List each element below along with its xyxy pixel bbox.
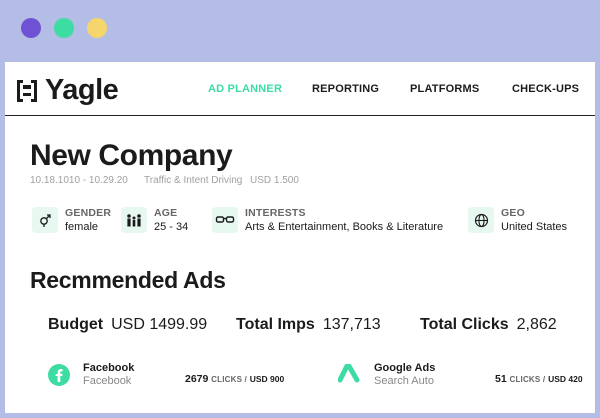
nav-ad-planner[interactable]: AD PLANNER <box>208 83 282 95</box>
targeting-geo: GEO United States <box>468 207 567 234</box>
total-imps-stat: Total Imps 137,713 <box>236 316 381 334</box>
main-nav: AD PLANNER REPORTING PLATFORMS CHECK-UPS <box>5 83 595 97</box>
total-clicks-label: Total Clicks <box>420 316 509 333</box>
globe-icon <box>468 207 494 233</box>
budget-label: Budget <box>48 316 104 333</box>
geo-label: GEO <box>501 207 525 219</box>
close-window-button[interactable] <box>21 18 41 38</box>
campaign-title: New Company <box>30 139 233 172</box>
recommended-ads-title: Recmmended Ads <box>30 267 226 293</box>
nav-check-ups[interactable]: CHECK-UPS <box>512 83 579 95</box>
gender-icon <box>32 207 58 233</box>
interests-value: Arts & Entertainment, Books & Literature <box>245 221 444 233</box>
targeting-gender: GENDER female <box>32 207 111 234</box>
minimize-window-button[interactable] <box>54 18 74 38</box>
budget-stat: Budget USD 1499.99 <box>48 316 207 334</box>
window-controls <box>21 18 107 38</box>
gender-value: female <box>65 221 99 233</box>
ad-google-ads[interactable]: Google Ads Search Auto <box>337 362 435 388</box>
ad-name: Facebook <box>83 362 135 374</box>
ad-clicks-unit: CLICKS / <box>509 375 546 384</box>
maximize-window-button[interactable] <box>87 18 107 38</box>
top-navbar: Yagle AD PLANNER REPORTING PLATFORMS CHE… <box>5 62 595 116</box>
total-clicks-stat: Total Clicks 2,862 <box>420 316 557 334</box>
nav-platforms[interactable]: PLATFORMS <box>410 83 479 95</box>
ad-name: Google Ads <box>374 362 436 374</box>
total-imps-value: 137,713 <box>322 316 381 333</box>
ad-clicks-count: 2679 <box>185 373 209 385</box>
ad-clicks-count: 51 <box>495 373 507 385</box>
budget-value: USD 1499.99 <box>111 316 208 333</box>
campaign-budget: USD 1.500 <box>250 175 299 186</box>
age-value: 25 - 34 <box>154 221 189 233</box>
glasses-icon <box>212 207 238 233</box>
facebook-icon <box>46 362 72 388</box>
targeting-age: AGE 25 - 34 <box>121 207 188 234</box>
total-imps-label: Total Imps <box>236 316 315 333</box>
ad-google-ads-stats: 51 CLICKS / USD 420 <box>495 373 583 385</box>
gender-label: GENDER <box>65 207 112 219</box>
total-clicks-value: 2,862 <box>516 316 557 333</box>
google-ads-icon <box>337 362 363 388</box>
campaign-date-range: 10.18.1010 - 10.29.20 <box>30 175 128 186</box>
ad-clicks-unit: CLICKS / <box>211 375 247 384</box>
ad-spend: USD 420 <box>548 374 583 384</box>
age-group-icon <box>121 207 147 233</box>
campaign-objective: Traffic & Intent Driving <box>144 175 243 186</box>
ad-subtitle: Facebook <box>83 375 132 387</box>
ad-facebook[interactable]: Facebook Facebook <box>46 362 134 388</box>
targeting-interests: INTERESTS Arts & Entertainment, Books & … <box>212 207 443 234</box>
interests-label: INTERESTS <box>245 207 306 219</box>
ad-spend: USD 900 <box>249 374 285 384</box>
geo-value: United States <box>501 221 568 233</box>
nav-reporting[interactable]: REPORTING <box>312 83 379 95</box>
age-label: AGE <box>154 207 178 219</box>
app-window: Yagle AD PLANNER REPORTING PLATFORMS CHE… <box>5 62 595 413</box>
ad-facebook-stats: 2679 CLICKS / USD 900 <box>185 373 284 385</box>
ad-subtitle: Search Auto <box>374 375 434 387</box>
